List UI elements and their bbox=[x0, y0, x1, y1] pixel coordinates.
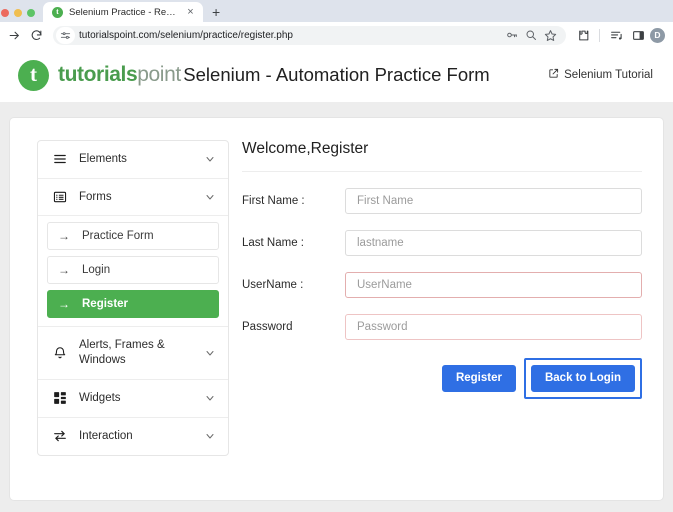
site-header: t tutorialspoint Selenium - Automation P… bbox=[0, 48, 673, 102]
side-panel-icon[interactable] bbox=[628, 25, 648, 45]
tutorialspoint-logo[interactable]: t tutorialspoint bbox=[18, 59, 181, 91]
back-to-login-button[interactable]: Back to Login bbox=[530, 365, 635, 393]
logo-word-bold: tutorials bbox=[58, 63, 138, 86]
profile-avatar[interactable]: D bbox=[650, 27, 665, 43]
chevron-down-icon[interactable] bbox=[204, 347, 216, 359]
forward-arrow-icon[interactable] bbox=[4, 25, 24, 45]
password-input[interactable] bbox=[345, 314, 642, 340]
omnibox-actions bbox=[504, 27, 558, 43]
register-button[interactable]: Register bbox=[441, 365, 516, 393]
puzzle-icon[interactable] bbox=[573, 25, 593, 45]
external-link-icon bbox=[548, 68, 559, 82]
register-form: Welcome,Register First Name : Last Name … bbox=[242, 140, 642, 400]
field-row-first-name: First Name : bbox=[242, 188, 642, 214]
logo-mark-letter: t bbox=[30, 62, 37, 86]
tab-favicon-icon: t bbox=[52, 6, 63, 18]
form-heading: Welcome,Register bbox=[242, 140, 642, 172]
widgets-grid-icon bbox=[52, 391, 68, 405]
exchange-arrows-icon bbox=[52, 429, 68, 443]
browser-tab[interactable]: t Selenium Practice - Register × bbox=[43, 2, 203, 22]
window-minimize-button[interactable] bbox=[14, 9, 22, 17]
sidebar-item-widgets[interactable]: Widgets bbox=[38, 380, 228, 418]
label-password: Password bbox=[242, 321, 293, 333]
form-button-row: Register Back to Login bbox=[242, 358, 642, 400]
list-box-icon bbox=[52, 190, 68, 204]
sidebar-label-interaction: Interaction bbox=[79, 429, 133, 442]
bell-icon bbox=[52, 346, 68, 360]
tune-icon[interactable] bbox=[56, 26, 75, 44]
reading-list-icon[interactable] bbox=[606, 25, 626, 45]
arrow-right-icon: → bbox=[58, 263, 70, 278]
tab-title: Selenium Practice - Register bbox=[69, 6, 178, 18]
sidebar-sublabel-practice-form: Practice Form bbox=[82, 230, 154, 243]
content-card: Elements Forms → Practice Form → Login →… bbox=[10, 118, 663, 500]
window-close-button[interactable] bbox=[1, 9, 9, 17]
sidebar-item-alerts-frames-windows[interactable]: Alerts, Frames & Windows bbox=[38, 326, 228, 380]
favicon-letter: t bbox=[56, 7, 59, 16]
sidebar-label-widgets: Widgets bbox=[79, 391, 121, 404]
logo-word-light: point bbox=[137, 63, 181, 86]
reload-icon[interactable] bbox=[26, 25, 46, 45]
back-to-login-focus-ring: Back to Login bbox=[523, 358, 642, 400]
arrow-right-icon: → bbox=[58, 297, 70, 312]
new-tab-button[interactable]: + bbox=[212, 5, 220, 19]
last-name-input[interactable] bbox=[345, 230, 642, 256]
sidebar-sublabel-login: Login bbox=[82, 264, 111, 277]
tab-strip: t Selenium Practice - Register × + bbox=[0, 0, 673, 22]
logo-wordmark: tutorialspoint bbox=[58, 63, 181, 87]
selenium-tutorial-label: Selenium Tutorial bbox=[564, 69, 653, 81]
field-row-username: UserName : bbox=[242, 272, 642, 298]
chevron-down-icon[interactable] bbox=[204, 392, 216, 404]
navigation-sidebar: Elements Forms → Practice Form → Login →… bbox=[37, 140, 229, 456]
field-row-password: Password bbox=[242, 314, 642, 340]
sidebar-item-forms[interactable]: Forms bbox=[38, 179, 228, 217]
sidebar-item-elements[interactable]: Elements bbox=[38, 141, 228, 179]
label-username: UserName : bbox=[242, 279, 304, 291]
sidebar-subitem-practice-form[interactable]: → Practice Form bbox=[47, 222, 219, 251]
forms-submenu: → Practice Form → Login → Register bbox=[38, 222, 228, 326]
sidebar-label-forms: Forms bbox=[79, 190, 112, 203]
tab-close-icon[interactable]: × bbox=[184, 6, 197, 18]
selenium-tutorial-link[interactable]: Selenium Tutorial bbox=[548, 68, 653, 82]
magnifier-icon[interactable] bbox=[523, 27, 539, 43]
hamburger-icon bbox=[52, 152, 68, 166]
first-name-input[interactable] bbox=[345, 188, 642, 214]
sidebar-item-interaction[interactable]: Interaction bbox=[38, 418, 228, 455]
browser-window: t Selenium Practice - Register × + tutor… bbox=[0, 0, 673, 512]
star-icon[interactable] bbox=[542, 27, 558, 43]
label-last-name: Last Name : bbox=[242, 237, 304, 249]
arrow-right-icon: → bbox=[58, 229, 70, 244]
toolbar-divider bbox=[599, 28, 600, 42]
url-text: tutorialspoint.com/selenium/practice/reg… bbox=[79, 29, 293, 41]
address-bar[interactable]: tutorialspoint.com/selenium/practice/reg… bbox=[53, 25, 566, 45]
sidebar-label-alerts-frames-windows: Alerts, Frames & Windows bbox=[79, 339, 165, 367]
chevron-down-icon[interactable] bbox=[204, 430, 216, 442]
window-maximize-button[interactable] bbox=[27, 9, 35, 17]
page-viewport: t tutorialspoint Selenium - Automation P… bbox=[0, 48, 673, 512]
logo-mark-icon: t bbox=[18, 59, 49, 91]
sidebar-subitem-register[interactable]: → Register bbox=[47, 290, 219, 319]
window-controls bbox=[0, 9, 43, 22]
chevron-down-icon[interactable] bbox=[204, 153, 216, 165]
sidebar-label-elements: Elements bbox=[79, 153, 127, 165]
key-icon[interactable] bbox=[504, 27, 520, 43]
sidebar-sublabel-register: Register bbox=[82, 298, 129, 311]
label-first-name: First Name : bbox=[242, 195, 305, 207]
username-input[interactable] bbox=[345, 272, 642, 298]
sidebar-subitem-login[interactable]: → Login bbox=[47, 256, 219, 285]
field-row-last-name: Last Name : bbox=[242, 230, 642, 256]
chevron-down-icon[interactable] bbox=[204, 191, 216, 203]
browser-toolbar: tutorialspoint.com/selenium/practice/reg… bbox=[0, 22, 673, 48]
